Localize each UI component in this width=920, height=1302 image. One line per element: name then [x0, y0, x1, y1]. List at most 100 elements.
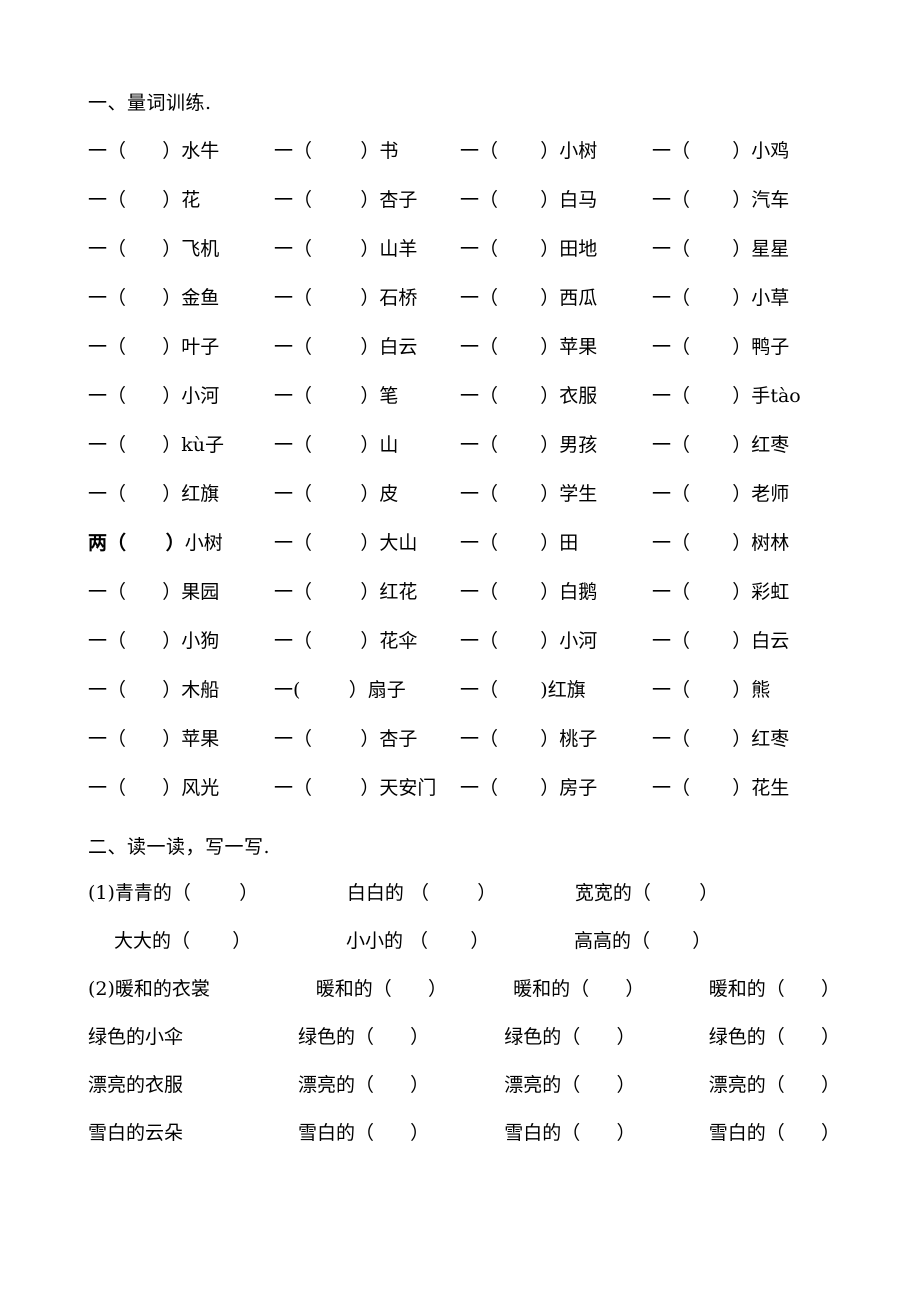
adjective-item[interactable]: 暖和的（ ）	[316, 974, 513, 1001]
answer-blank-parentheses[interactable]: （ ）	[293, 773, 379, 800]
answer-blank-parentheses[interactable]: （ ）	[671, 332, 751, 359]
quantifier-item[interactable]: 一（ ）衣服	[460, 381, 652, 408]
quantifier-item[interactable]: 一（ ）木船	[88, 675, 274, 702]
answer-blank-parentheses[interactable]: ( ）	[293, 675, 368, 702]
adjective-item[interactable]: 漂亮的（ ）	[298, 1070, 504, 1097]
adjective-item[interactable]: 绿色的小伞	[88, 1022, 298, 1049]
quantifier-item[interactable]: 一（ ）白云	[652, 626, 840, 653]
answer-blank-parentheses[interactable]: （ ）	[671, 381, 751, 408]
quantifier-item[interactable]: 一（ ）西瓜	[460, 283, 652, 310]
answer-blank-parentheses[interactable]: （ ）	[479, 332, 559, 359]
quantifier-item[interactable]: 一（ ）果园	[88, 577, 274, 604]
adjective-item[interactable]: 白白的 （ ）	[347, 878, 575, 905]
answer-blank-parentheses[interactable]: （ ）	[671, 283, 751, 310]
quantifier-item[interactable]: 一（ ）田地	[460, 234, 652, 261]
answer-blank-parentheses[interactable]: （ )	[479, 675, 548, 702]
answer-blank-parentheses[interactable]: （ ）	[479, 724, 559, 751]
quantifier-item[interactable]: 一（ ）彩虹	[652, 577, 840, 604]
quantifier-item[interactable]: 一（ ）星星	[652, 234, 840, 261]
adjective-item[interactable]: 小小的 （ ）	[346, 926, 574, 953]
adjective-item[interactable]: 雪白的（ ）	[504, 1118, 709, 1145]
quantifier-item[interactable]: 一（ ）金鱼	[88, 283, 274, 310]
answer-blank-parentheses[interactable]: （ ）	[479, 773, 559, 800]
adjective-item[interactable]: 暖和的（ ）	[513, 974, 709, 1001]
answer-blank-parentheses[interactable]: （ ）	[293, 724, 379, 751]
quantifier-item[interactable]: 一（ ）红枣	[652, 430, 840, 457]
answer-blank-parentheses[interactable]: （ ）	[671, 479, 751, 506]
answer-blank-parentheses[interactable]: （ ）	[107, 773, 181, 800]
answer-blank-parentheses[interactable]: （ ）	[107, 675, 181, 702]
quantifier-item[interactable]: 一（ ）山羊	[274, 234, 460, 261]
adjective-item[interactable]: 漂亮的衣服	[88, 1070, 298, 1097]
quantifier-item[interactable]: 一（ ）小狗	[88, 626, 274, 653]
quantifier-item[interactable]: 一（ ）手tào	[652, 381, 840, 408]
answer-blank-parentheses[interactable]: （ ）	[671, 136, 751, 163]
answer-blank-parentheses[interactable]: （ ）	[671, 724, 751, 751]
quantifier-item[interactable]: 一（ ）杏子	[274, 185, 460, 212]
answer-blank-parentheses[interactable]: （ ）	[479, 185, 559, 212]
quantifier-item[interactable]: 一（ ）笔	[274, 381, 460, 408]
adjective-item[interactable]: 绿色的（ ）	[504, 1022, 709, 1049]
quantifier-item[interactable]: 一（ ）熊	[652, 675, 840, 702]
adjective-item[interactable]: 高高的（ ）	[574, 926, 711, 953]
quantifier-item[interactable]: 一（ ）树林	[652, 528, 840, 555]
adjective-item[interactable]: 漂亮的（ ）	[504, 1070, 709, 1097]
answer-blank-parentheses[interactable]: （ ）	[107, 430, 181, 457]
quantifier-item[interactable]: 一（ ）飞机	[88, 234, 274, 261]
quantifier-item[interactable]: 一（ ）红花	[274, 577, 460, 604]
quantifier-item[interactable]: 一（ ）书	[274, 136, 460, 163]
adjective-item[interactable]: 暖和的衣裳	[115, 974, 316, 1001]
answer-blank-parentheses[interactable]: （ ）	[293, 479, 379, 506]
adjective-item[interactable]: 青青的（ ）	[115, 878, 347, 905]
answer-blank-parentheses[interactable]: （ ）	[107, 528, 185, 555]
adjective-item[interactable]: 绿色的（ ）	[709, 1022, 840, 1049]
quantifier-item[interactable]: 一（ ）白鹅	[460, 577, 652, 604]
quantifier-item[interactable]: 一（ ）花生	[652, 773, 840, 800]
quantifier-item[interactable]: 一（ ）苹果	[460, 332, 652, 359]
quantifier-item[interactable]: 一（ ）鸭子	[652, 332, 840, 359]
answer-blank-parentheses[interactable]: （ ）	[107, 479, 181, 506]
quantifier-item[interactable]: 一（ ）小鸡	[652, 136, 840, 163]
quantifier-item[interactable]: 一（ ）小河	[460, 626, 652, 653]
adjective-item[interactable]: 暖和的（ ）	[709, 974, 840, 1001]
quantifier-item[interactable]: 一（ ）杏子	[274, 724, 460, 751]
quantifier-item[interactable]: 一（ ）学生	[460, 479, 652, 506]
quantifier-item[interactable]: 一（ ）小草	[652, 283, 840, 310]
adjective-item[interactable]: 大大的（ ）	[114, 926, 346, 953]
answer-blank-parentheses[interactable]: （ ）	[293, 283, 379, 310]
answer-blank-parentheses[interactable]: （ ）	[293, 332, 379, 359]
quantifier-item[interactable]: 一（ ）白马	[460, 185, 652, 212]
answer-blank-parentheses[interactable]: （ ）	[293, 626, 379, 653]
adjective-item[interactable]: 雪白的（ ）	[709, 1118, 840, 1145]
quantifier-item[interactable]: 一（ ）山	[274, 430, 460, 457]
quantifier-item[interactable]: 一（ ）小树	[460, 136, 652, 163]
adjective-item[interactable]: 漂亮的（ ）	[709, 1070, 840, 1097]
answer-blank-parentheses[interactable]: （ ）	[671, 675, 751, 702]
quantifier-item[interactable]: 一（ ）小河	[88, 381, 274, 408]
quantifier-item[interactable]: 一（ ）皮	[274, 479, 460, 506]
adjective-item[interactable]: 雪白的云朵	[88, 1118, 298, 1145]
answer-blank-parentheses[interactable]: （ ）	[107, 577, 181, 604]
answer-blank-parentheses[interactable]: （ ）	[671, 185, 751, 212]
answer-blank-parentheses[interactable]: （ ）	[671, 577, 751, 604]
quantifier-item[interactable]: 一（ ）石桥	[274, 283, 460, 310]
answer-blank-parentheses[interactable]: （ ）	[479, 479, 559, 506]
quantifier-item[interactable]: 一( ）扇子	[274, 675, 460, 702]
quantifier-item[interactable]: 一（ ）花伞	[274, 626, 460, 653]
answer-blank-parentheses[interactable]: （ ）	[107, 283, 181, 310]
answer-blank-parentheses[interactable]: （ ）	[293, 577, 379, 604]
answer-blank-parentheses[interactable]: （ ）	[479, 626, 559, 653]
quantifier-item[interactable]: 一（ ）老师	[652, 479, 840, 506]
answer-blank-parentheses[interactable]: （ ）	[671, 234, 751, 261]
quantifier-item[interactable]: 一（ ）房子	[460, 773, 652, 800]
answer-blank-parentheses[interactable]: （ ）	[107, 381, 181, 408]
answer-blank-parentheses[interactable]: （ ）	[479, 577, 559, 604]
answer-blank-parentheses[interactable]: （ ）	[671, 773, 751, 800]
answer-blank-parentheses[interactable]: （ ）	[107, 185, 181, 212]
answer-blank-parentheses[interactable]: （ ）	[293, 185, 379, 212]
quantifier-item[interactable]: 一（ ) 红旗	[460, 675, 652, 702]
answer-blank-parentheses[interactable]: （ ）	[479, 234, 559, 261]
answer-blank-parentheses[interactable]: （ ）	[293, 528, 379, 555]
quantifier-item[interactable]: 一（ ）叶子	[88, 332, 274, 359]
quantifier-item[interactable]: 一（ ）天安门	[274, 773, 460, 800]
